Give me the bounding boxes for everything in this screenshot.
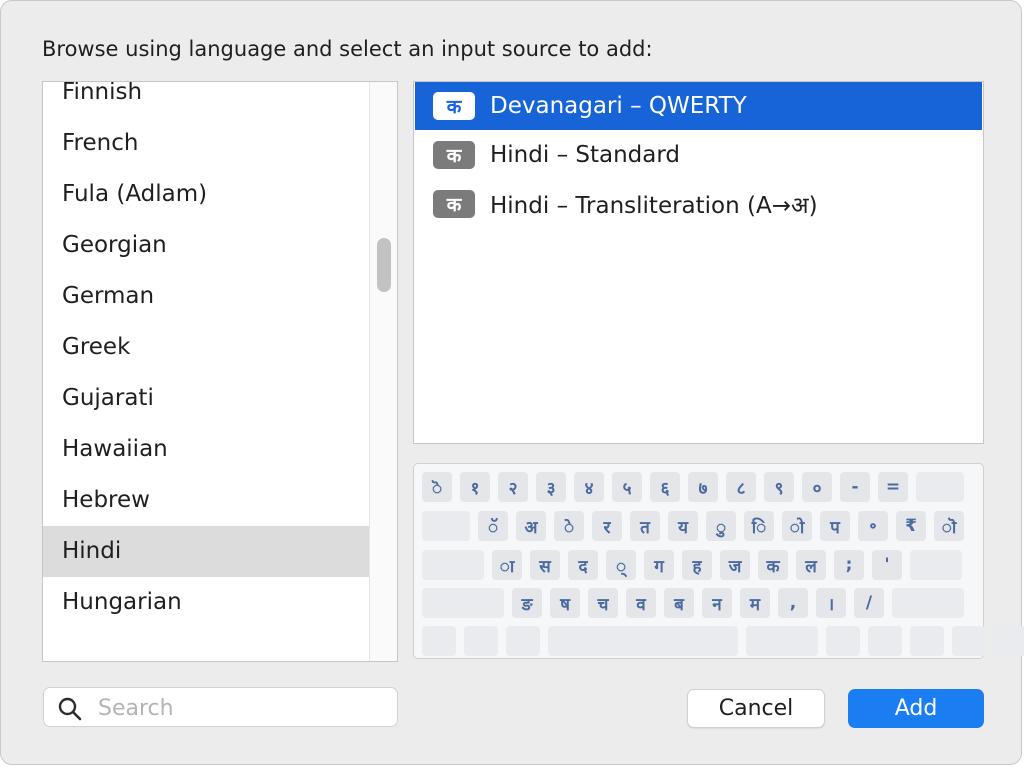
keyboard-key: ा: [492, 550, 522, 580]
keyboard-key: व: [626, 588, 656, 618]
language-item[interactable]: Georgian: [43, 220, 369, 271]
language-item[interactable]: French: [43, 118, 369, 169]
keyboard-key: ्: [606, 550, 636, 580]
devanagari-script-icon: क: [433, 190, 475, 218]
keyboard-key: त: [630, 511, 660, 541]
devanagari-script-icon: क: [433, 92, 475, 120]
language-list[interactable]: Hungarian Hindi Hebrew Hawaiian Gujarati Gree…: [42, 81, 398, 662]
keyboard-key: [826, 626, 860, 656]
keyboard-key: [910, 550, 962, 580]
search-field[interactable]: [43, 687, 398, 727]
keyboard-key: ,: [778, 588, 808, 618]
language-item[interactable]: Gujarati: [43, 373, 369, 424]
keyboard-key: य: [668, 511, 698, 541]
keyboard-key: [910, 626, 944, 656]
keyboard-key: ु: [706, 511, 736, 541]
keyboard-key: [952, 626, 986, 656]
keyboard-key: -: [840, 472, 870, 502]
search-icon: [58, 697, 82, 721]
input-source-item[interactable]: क Hindi – Transliteration (A→अ): [415, 180, 982, 228]
keyboard-key: ८: [726, 472, 756, 502]
language-list-scrollbar[interactable]: [369, 82, 397, 661]
language-item[interactable]: German: [43, 271, 369, 322]
keyboard-key: अ: [516, 511, 546, 541]
keyboard-key: च: [588, 588, 618, 618]
keyboard-key: =: [878, 472, 908, 502]
keyboard-key: ४: [574, 472, 604, 502]
keyboard-key: १: [460, 472, 490, 502]
keyboard-key: [548, 626, 738, 656]
keyboard-key: ङ: [512, 588, 542, 618]
keyboard-key: र: [592, 511, 622, 541]
keyboard-key: ि: [744, 511, 774, 541]
keyboard-key: ग: [644, 550, 674, 580]
keyboard-key: ₹: [896, 511, 926, 541]
keyboard-key: स: [530, 550, 560, 580]
keyboard-key: ६: [650, 472, 680, 502]
keyboard-key: ': [872, 550, 902, 580]
input-source-item[interactable]: क Hindi – Standard: [415, 131, 982, 179]
keyboard-key: ज: [720, 550, 750, 580]
keyboard-key: ॆ: [422, 472, 452, 502]
keyboard-key: /: [854, 588, 884, 618]
language-list-scroll-thumb[interactable]: [377, 238, 391, 292]
cancel-button[interactable]: Cancel: [687, 689, 825, 728]
language-item[interactable]: Greek: [43, 322, 369, 373]
keyboard-key: ष: [550, 588, 580, 618]
keyboard-key: म: [740, 588, 770, 618]
keyboard-key: ;: [834, 550, 864, 580]
keyboard-key: प: [820, 511, 850, 541]
keyboard-key: २: [498, 472, 528, 502]
keyboard-key: [464, 626, 498, 656]
input-source-label: Devanagari – QWERTY: [490, 93, 747, 119]
dialog-prompt: Browse using language and select an inpu…: [42, 37, 653, 61]
keyboard-key: ५: [612, 472, 642, 502]
input-source-item[interactable]: क Devanagari – QWERTY: [415, 82, 982, 130]
keyboard-key: ०: [802, 472, 832, 502]
add-input-source-dialog: Browse using language and select an inpu…: [0, 0, 1024, 765]
keyboard-key: [916, 472, 964, 502]
keyboard-key: [892, 588, 964, 618]
devanagari-script-icon: क: [433, 141, 475, 169]
keyboard-key: ७: [688, 472, 718, 502]
keyboard-key: ल: [796, 550, 826, 580]
keyboard-key: ॅ: [478, 511, 508, 541]
keyboard-key: ॰: [858, 511, 888, 541]
input-source-list[interactable]: क Devanagari – QWERTY क Hindi – Standard क Hi…: [413, 81, 984, 444]
keyboard-preview: ॆ १ २ ३ ४ ५ ६ ७ ८ ९ ०- =ॅ अे र त युिो प ॰ ₹ॊा स द् ग ह ज क ल; ' ङ ष च…: [413, 463, 1024, 659]
keyboard-key: [868, 626, 902, 656]
keyboard-key: ॊ: [934, 511, 964, 541]
keyboard-key: [422, 588, 504, 618]
add-button[interactable]: Add: [848, 689, 984, 728]
keyboard-key: न: [702, 588, 732, 618]
search-input[interactable]: [96, 692, 390, 724]
language-item[interactable]: Finnish: [43, 82, 369, 118]
keyboard-key: ो: [782, 511, 812, 541]
keyboard-key: क: [758, 550, 788, 580]
keyboard-key: [506, 626, 540, 656]
keyboard-key: [422, 626, 456, 656]
keyboard-key: द: [568, 550, 598, 580]
language-item[interactable]: Hungarian: [43, 577, 369, 628]
keyboard-key: ।: [816, 588, 846, 618]
keyboard-key: े: [554, 511, 584, 541]
language-item[interactable]: Hindi: [43, 526, 369, 577]
keyboard-key: [994, 626, 1024, 656]
keyboard-key: [746, 626, 818, 656]
language-item[interactable]: Fula (Adlam): [43, 169, 369, 220]
keyboard-key: ब: [664, 588, 694, 618]
keyboard-key: [422, 511, 470, 541]
language-item[interactable]: Hawaiian: [43, 424, 369, 475]
keyboard-key: [422, 550, 484, 580]
keyboard-key: ह: [682, 550, 712, 580]
keyboard-key: ९: [764, 472, 794, 502]
input-source-label: Hindi – Standard: [490, 142, 681, 168]
language-item[interactable]: Hebrew: [43, 475, 369, 526]
input-source-label: Hindi – Transliteration (A→अ): [490, 193, 818, 219]
keyboard-key: ३: [536, 472, 566, 502]
